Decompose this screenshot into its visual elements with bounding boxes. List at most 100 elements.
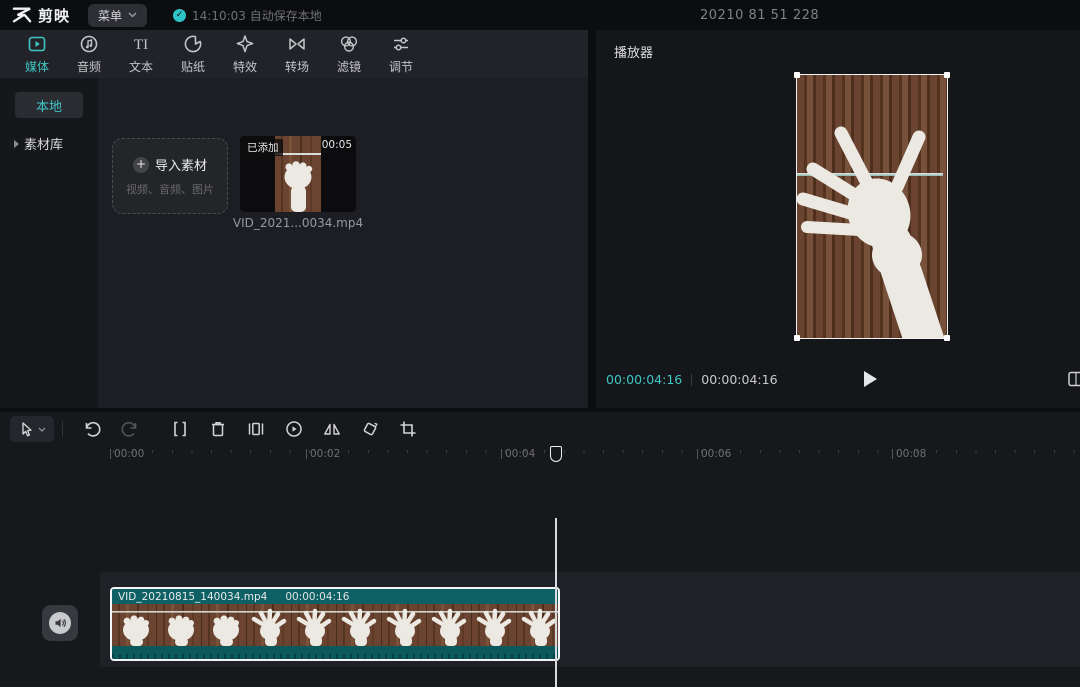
tab-audio[interactable]: 音频 xyxy=(68,33,110,75)
ruler-label: 00:02 xyxy=(306,448,340,460)
reverse-button[interactable] xyxy=(275,416,313,442)
tab-media[interactable]: 媒体 xyxy=(16,33,58,75)
tab-adjust-label: 调节 xyxy=(389,58,413,75)
redo-button[interactable] xyxy=(111,416,149,442)
selection-handle-top-left[interactable] xyxy=(794,72,800,78)
effects-star-icon xyxy=(234,33,256,55)
tab-transition-label: 转场 xyxy=(285,58,309,75)
ruler-label: 00:08 xyxy=(892,448,926,460)
tab-effects-label: 特效 xyxy=(233,58,257,75)
menu-button[interactable]: 菜单 xyxy=(88,4,147,27)
project-title: 20210 81 51 228 xyxy=(700,8,819,23)
play-button[interactable] xyxy=(864,371,877,387)
current-time: 00:00:04:16 xyxy=(606,372,682,387)
crop-button[interactable] xyxy=(389,416,427,442)
crop-icon xyxy=(398,419,418,439)
app-logo: 剪映 xyxy=(12,5,70,26)
player-title: 播放器 xyxy=(614,42,653,61)
redo-icon xyxy=(120,419,140,439)
playhead-marker[interactable] xyxy=(550,446,562,462)
svg-text:TI: TI xyxy=(134,37,148,53)
autosave-text: 14:10:03 自动保存本地 xyxy=(192,7,322,24)
video-preview[interactable] xyxy=(797,75,947,338)
video-clip[interactable]: VID_20210815_140034.mp4 00:00:04:16 xyxy=(110,587,560,661)
select-tool-button[interactable] xyxy=(10,416,54,442)
tab-transition[interactable]: 转场 xyxy=(276,33,318,75)
top-bar: 剪映 菜单 ✓ 14:10:03 自动保存本地 20210 81 51 228 xyxy=(0,0,1080,30)
tab-text[interactable]: TI 文本 xyxy=(120,33,162,75)
plus-icon: + xyxy=(133,157,149,173)
selection-handle-bottom-left[interactable] xyxy=(794,335,800,341)
import-label: 导入素材 xyxy=(155,155,207,174)
sidebar-item-library[interactable]: 素材库 xyxy=(14,134,98,153)
timeline-toolbar xyxy=(0,412,1080,446)
thumbnail-filename: VID_2021...0034.mp4 xyxy=(222,216,374,230)
media-panel: 媒体 音频 TI 文本 贴纸 特效 转场 xyxy=(0,30,588,408)
tab-text-label: 文本 xyxy=(129,58,153,75)
tab-audio-label: 音频 xyxy=(77,58,101,75)
audio-icon xyxy=(78,33,100,55)
toolbar-divider xyxy=(62,421,63,437)
tab-effects[interactable]: 特效 xyxy=(224,33,266,75)
media-content: + 导入素材 视频、音频、图片 已添加 xyxy=(98,78,588,408)
timeline-ruler[interactable]: 00:00 00:02 00:04 00:06 00:08 xyxy=(0,446,1080,468)
split-button[interactable] xyxy=(161,416,199,442)
undo-button[interactable] xyxy=(73,416,111,442)
sidebar-item-local[interactable]: 本地 xyxy=(15,92,83,118)
total-time: 00:00:04:16 xyxy=(701,372,777,387)
tab-adjust[interactable]: 调节 xyxy=(380,33,422,75)
clip-audio-strip xyxy=(112,646,558,659)
mirror-button[interactable] xyxy=(313,416,351,442)
timeline-panel: 00:00 00:02 00:04 00:06 00:08 VID_202108… xyxy=(0,412,1080,687)
adjust-sliders-icon xyxy=(390,33,412,55)
delete-button[interactable] xyxy=(199,416,237,442)
chevron-down-icon xyxy=(128,12,137,18)
timeline-tracks: VID_20210815_140034.mp4 00:00:04:16 xyxy=(0,468,1080,687)
selection-handle-bottom-right[interactable] xyxy=(944,335,950,341)
split-icon xyxy=(170,419,190,439)
fullscreen-icon[interactable] xyxy=(1067,370,1080,388)
media-icon xyxy=(26,33,48,55)
hand-video-frame xyxy=(797,75,947,338)
autosave-indicator: ✓ 14:10:03 自动保存本地 xyxy=(173,7,322,24)
transition-icon xyxy=(286,33,308,55)
clip-filmstrip xyxy=(112,604,558,646)
menu-button-label: 菜单 xyxy=(98,7,122,24)
app-name: 剪映 xyxy=(38,5,70,26)
tab-sticker-label: 贴纸 xyxy=(181,58,205,75)
ruler-label: 00:06 xyxy=(697,448,731,460)
video-thumbnail-card[interactable]: 已添加 00:05 xyxy=(240,136,356,212)
selection-handle-top-right[interactable] xyxy=(944,72,950,78)
media-sidebar: 本地 素材库 xyxy=(0,78,98,408)
sidebar-item-library-label: 素材库 xyxy=(24,134,63,153)
undo-icon xyxy=(82,419,102,439)
rotate-icon xyxy=(360,419,380,439)
track-mute-button[interactable] xyxy=(42,605,78,641)
ruler-label: 00:00 xyxy=(110,448,144,460)
import-material-button[interactable]: + 导入素材 视频、音频、图片 xyxy=(112,138,228,214)
chevron-down-icon xyxy=(38,427,46,432)
clip-header: VID_20210815_140034.mp4 00:00:04:16 xyxy=(112,589,558,604)
ruler-minor-ticks xyxy=(113,450,1080,453)
rotate-button[interactable] xyxy=(351,416,389,442)
tab-media-label: 媒体 xyxy=(25,58,49,75)
freeze-frame-button[interactable] xyxy=(237,416,275,442)
ruler-label: 00:04 xyxy=(501,448,535,460)
tab-filter[interactable]: 滤镜 xyxy=(328,33,370,75)
autosave-check-icon: ✓ xyxy=(173,9,186,22)
tab-sticker[interactable]: 贴纸 xyxy=(172,33,214,75)
filter-icon xyxy=(338,33,360,55)
caret-right-icon xyxy=(14,140,19,148)
reverse-icon xyxy=(284,419,304,439)
tab-filter-label: 滤镜 xyxy=(337,58,361,75)
clip-filename: VID_20210815_140034.mp4 xyxy=(118,591,267,603)
player-panel: 播放器 xyxy=(596,30,1080,408)
mirror-icon xyxy=(322,419,342,439)
resource-tab-bar: 媒体 音频 TI 文本 贴纸 特效 转场 xyxy=(0,30,588,78)
capcut-logo-icon xyxy=(12,6,32,24)
clip-duration: 00:00:04:16 xyxy=(285,591,349,603)
speaker-icon xyxy=(49,612,71,634)
player-controls: 00:00:04:16 00:00:04:16 xyxy=(596,370,1080,392)
trash-icon xyxy=(208,419,228,439)
playhead-line[interactable] xyxy=(555,518,557,687)
